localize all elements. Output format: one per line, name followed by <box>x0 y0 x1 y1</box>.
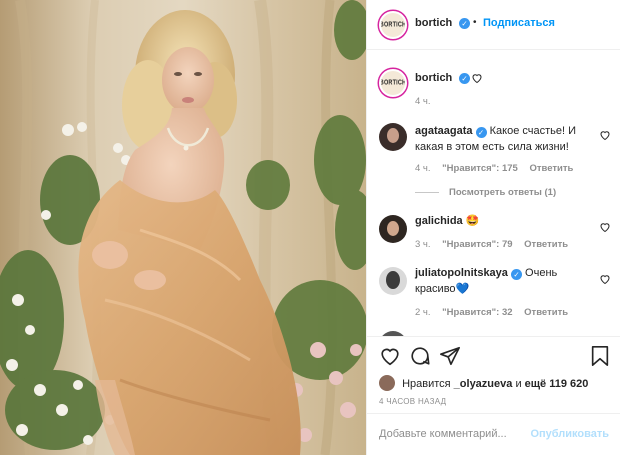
comment-likes[interactable]: "Нравится": 79 <box>442 239 512 250</box>
caption-time: 4 ч. <box>415 96 431 107</box>
avatar-face <box>387 221 399 236</box>
comment-text: agataagata ✓ Какое счастье! И какая в эт… <box>415 123 585 155</box>
post-actions: Нравится _olyazueva и ещё 119 620 4 ЧАСО… <box>367 336 620 455</box>
comments-list[interactable]: BORTICH bortich ✓ 4 ч. agataagata ✓ Како… <box>367 51 620 336</box>
comment-text: galichida 🤩 <box>415 213 585 229</box>
comment-like-heart-icon[interactable] <box>599 221 611 233</box>
comment-meta: 2 ч. "Нравится": 32 Ответить <box>415 307 577 318</box>
like-heart-icon[interactable] <box>379 345 401 367</box>
comment-time: 4 ч. <box>415 163 431 174</box>
caption-heart-icon <box>472 74 482 84</box>
comment-username[interactable]: galichida <box>415 215 463 227</box>
likes-summary: Нравится _olyazueva и ещё 119 620 <box>379 375 588 391</box>
caption-username[interactable]: bortich <box>415 72 452 84</box>
caption-author-avatar[interactable]: BORTICH <box>379 69 407 97</box>
author-avatar-logo: BORTICH <box>379 20 407 30</box>
photo-illustration <box>0 0 366 455</box>
comment-time: 3 ч. <box>415 239 431 250</box>
publish-button[interactable]: Опубликовать <box>530 428 609 440</box>
reply-button[interactable]: Ответить <box>524 307 568 318</box>
comment-meta: 4 ч. "Нравится": 175 Ответить <box>415 163 582 174</box>
verified-badge-icon: ✓ <box>510 269 522 280</box>
comment-like-heart-icon[interactable] <box>599 129 611 141</box>
comment-text: juliatopolnitskaya ✓ Очень красиво💙 <box>415 265 585 297</box>
likes-middle: и <box>515 378 522 390</box>
verified-badge-icon: ✓ <box>459 73 470 84</box>
commenter-avatar[interactable] <box>379 267 407 295</box>
verified-badge-icon: ✓ <box>475 127 487 138</box>
commenter-avatar[interactable] <box>379 215 407 243</box>
view-replies-button[interactable]: Посмотреть ответы (1) <box>415 187 556 198</box>
post-side-panel: BORTICH bortich ✓ • Подписаться BORTICH … <box>366 0 620 455</box>
author-username[interactable]: bortich <box>415 17 452 29</box>
comment-input[interactable] <box>379 428 529 440</box>
post-header: BORTICH bortich ✓ • Подписаться <box>367 0 620 50</box>
save-bookmark-icon[interactable] <box>589 345 611 367</box>
likes-prefix: Нравится <box>402 378 451 390</box>
reply-button[interactable]: Ответить <box>529 163 573 174</box>
caption-avatar-logo: BORTICH <box>379 78 407 88</box>
comment-likes[interactable]: "Нравится": 175 <box>442 163 518 174</box>
comment-body: 🤩 <box>465 215 480 227</box>
comment-username[interactable]: juliatopolnitskaya <box>415 267 508 279</box>
comment-time: 2 ч. <box>415 307 431 318</box>
avatar-face <box>386 271 400 289</box>
comment-icon[interactable] <box>409 345 431 367</box>
post-timestamp[interactable]: 4 ЧАСОВ НАЗАД <box>379 397 446 406</box>
verified-badge-icon: ✓ <box>459 18 470 29</box>
author-avatar[interactable]: BORTICH <box>379 11 407 39</box>
commenter-avatar[interactable] <box>379 123 407 151</box>
post-photo[interactable] <box>0 0 366 455</box>
avatar-face <box>387 128 399 143</box>
comment-like-heart-icon[interactable] <box>599 273 611 285</box>
reply-button[interactable]: Ответить <box>524 239 568 250</box>
add-comment-bar: Опубликовать <box>367 413 620 455</box>
likes-count[interactable]: ещё 119 620 <box>525 378 589 390</box>
instagram-post: BORTICH bortich ✓ • Подписаться BORTICH … <box>0 0 620 455</box>
comment-username[interactable]: agataagata <box>415 125 472 137</box>
liker-avatar[interactable] <box>379 375 395 391</box>
liked-by-user[interactable]: _olyazueva <box>454 378 513 390</box>
comment-likes[interactable]: "Нравится": 32 <box>442 307 512 318</box>
share-paper-plane-icon[interactable] <box>439 345 461 367</box>
header-separator: • <box>473 17 477 28</box>
follow-button[interactable]: Подписаться <box>483 17 555 29</box>
comment-meta: 3 ч. "Нравится": 79 Ответить <box>415 239 577 250</box>
